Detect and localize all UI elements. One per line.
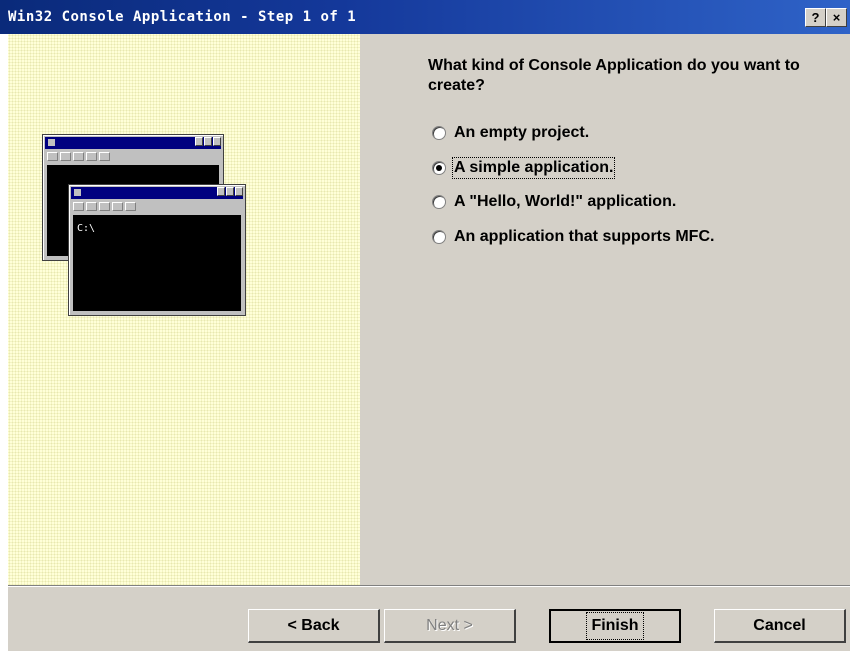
option-empty-project[interactable]: An empty project.	[432, 122, 589, 144]
option-label: An application that supports MFC.	[454, 228, 715, 245]
console-window-illustration-front: C:\	[68, 184, 246, 316]
back-button[interactable]: < Back	[248, 609, 380, 643]
next-button-label: Next >	[426, 616, 473, 634]
option-label: A "Hello, World!" application.	[454, 193, 677, 210]
option-label: A simple application.	[451, 157, 616, 179]
option-mfc-application[interactable]: An application that supports MFC.	[432, 226, 714, 248]
next-button[interactable]: Next >	[384, 609, 516, 643]
radio-button-selected[interactable]	[432, 161, 446, 175]
finish-button-label: Finish	[586, 612, 644, 640]
radio-button[interactable]	[432, 126, 446, 140]
radio-button[interactable]	[432, 195, 446, 209]
finish-button[interactable]: Finish	[549, 609, 681, 643]
option-hello-world[interactable]: A "Hello, World!" application.	[432, 191, 676, 213]
cancel-button[interactable]: Cancel	[714, 609, 846, 643]
close-button[interactable]: ×	[826, 8, 847, 27]
cancel-button-label: Cancel	[753, 616, 806, 634]
illustration-pane: C:\	[8, 34, 360, 585]
mini-window-buttons	[217, 187, 243, 196]
window-title: Win32 Console Application - Step 1 of 1	[8, 9, 357, 25]
radio-button[interactable]	[432, 230, 446, 244]
button-bar: < Back Next > Finish Cancel	[8, 587, 850, 651]
options-pane: What kind of Console Application do you …	[360, 34, 850, 585]
console-prompt: C:\	[77, 223, 96, 234]
mini-toolbar	[73, 202, 136, 211]
mini-toolbar	[47, 152, 110, 161]
back-button-label: < Back	[287, 616, 340, 634]
help-button[interactable]: ?	[805, 8, 826, 27]
mini-console-screen: C:\	[73, 215, 241, 311]
option-label: An empty project.	[454, 124, 590, 141]
question-label: What kind of Console Application do you …	[428, 57, 800, 94]
option-simple-application[interactable]: A simple application.	[432, 157, 616, 179]
mini-window-buttons	[195, 137, 221, 146]
title-bar: Win32 Console Application - Step 1 of 1 …	[0, 0, 850, 34]
